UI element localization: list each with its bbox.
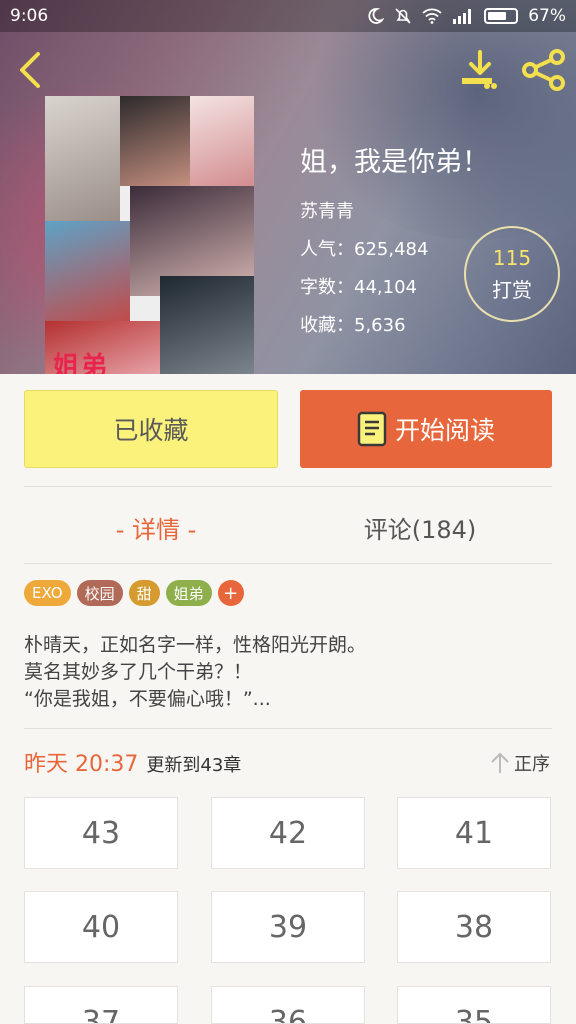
chevron-left-icon bbox=[20, 52, 40, 88]
status-icons: 67% bbox=[366, 6, 566, 26]
tag-sister-brother[interactable]: 姐弟 bbox=[165, 580, 212, 606]
notification-muted-icon bbox=[395, 8, 411, 24]
add-tag-button[interactable]: + bbox=[217, 580, 244, 606]
download-icon bbox=[462, 50, 497, 89]
chapter-button[interactable]: 40 bbox=[24, 891, 178, 963]
battery-icon bbox=[484, 8, 519, 24]
chapter-button[interactable]: 35 bbox=[397, 986, 551, 1024]
update-info: 昨天 20:37 更新到43章 bbox=[24, 746, 241, 778]
arrow-up-icon bbox=[491, 752, 509, 773]
favorited-button[interactable]: 已收藏 bbox=[24, 390, 278, 468]
book-cover-image: 姐弟 bbox=[45, 96, 254, 374]
update-time: 昨天 20:37 bbox=[24, 752, 139, 777]
book-author: 苏青青 bbox=[300, 201, 354, 222]
battery-percent: 67% bbox=[528, 6, 566, 26]
sort-order-label: 正序 bbox=[514, 754, 550, 775]
book-favorites: 收藏：5,636 bbox=[300, 315, 406, 336]
sort-order-button[interactable]: 正序 bbox=[490, 750, 550, 776]
book-title: 姐，我是你弟！ bbox=[300, 147, 489, 178]
divider bbox=[24, 486, 552, 487]
description-line: 朴晴天，正如名字一样，性格阳光开朗。 bbox=[24, 634, 367, 656]
chapter-button[interactable]: 37 bbox=[24, 986, 178, 1024]
divider bbox=[24, 728, 552, 729]
status-time: 9:06 bbox=[10, 6, 49, 26]
reward-label: 打赏 bbox=[492, 277, 532, 302]
wifi-icon bbox=[422, 8, 442, 24]
book-header: 9:06 67% 姐弟 姐，我是你弟！ 苏青青 人气：625,484 字数：44… bbox=[0, 0, 576, 374]
reward-count: 115 bbox=[492, 245, 532, 270]
tag-list: EXO 校园 甜 姐弟 + bbox=[24, 580, 244, 606]
chapter-button[interactable]: 41 bbox=[397, 797, 551, 869]
start-reading-button[interactable]: 开始阅读 bbox=[300, 390, 552, 468]
download-button[interactable] bbox=[458, 48, 502, 92]
status-bar: 9:06 67% bbox=[0, 0, 576, 32]
tab-comments[interactable]: 评论(184) bbox=[288, 500, 552, 554]
book-popularity: 人气：625,484 bbox=[300, 239, 429, 260]
description-line: 莫名其妙多了几个干弟？！ bbox=[24, 661, 253, 683]
share-icon bbox=[522, 49, 565, 91]
back-button[interactable] bbox=[12, 50, 52, 90]
chapter-button[interactable]: 43 bbox=[24, 797, 178, 869]
cover-title-text: 姐弟 bbox=[53, 352, 110, 374]
update-chapter-info: 更新到43章 bbox=[146, 755, 242, 776]
signal-icon bbox=[453, 9, 472, 24]
book-word-count: 字数：44,104 bbox=[300, 277, 417, 298]
book-description[interactable]: 朴晴天，正如名字一样，性格阳光开朗。 莫名其妙多了几个干弟？！ “你是我姐，不要… bbox=[24, 632, 554, 713]
reward-button[interactable]: 115 打赏 bbox=[464, 226, 560, 322]
divider bbox=[24, 563, 552, 564]
share-button[interactable] bbox=[520, 48, 568, 92]
chapter-button[interactable]: 42 bbox=[211, 797, 365, 869]
chapter-button[interactable]: 39 bbox=[211, 891, 365, 963]
tag-sweet[interactable]: 甜 bbox=[128, 580, 160, 606]
chapter-button[interactable]: 36 bbox=[211, 986, 365, 1024]
tab-detail[interactable]: - 详情 - bbox=[24, 500, 288, 554]
start-reading-label: 开始阅读 bbox=[394, 416, 495, 445]
description-line: “你是我姐，不要偏心哦！”... bbox=[24, 688, 271, 710]
chapter-button[interactable]: 38 bbox=[397, 891, 551, 963]
moon-icon bbox=[368, 8, 385, 24]
book-icon bbox=[357, 411, 387, 447]
tag-campus[interactable]: 校园 bbox=[76, 580, 123, 606]
book-info: 姐，我是你弟！ 苏青青 人气：625,484 字数：44,104 收藏：5,63… bbox=[300, 140, 489, 349]
tag-exo[interactable]: EXO bbox=[24, 580, 71, 606]
